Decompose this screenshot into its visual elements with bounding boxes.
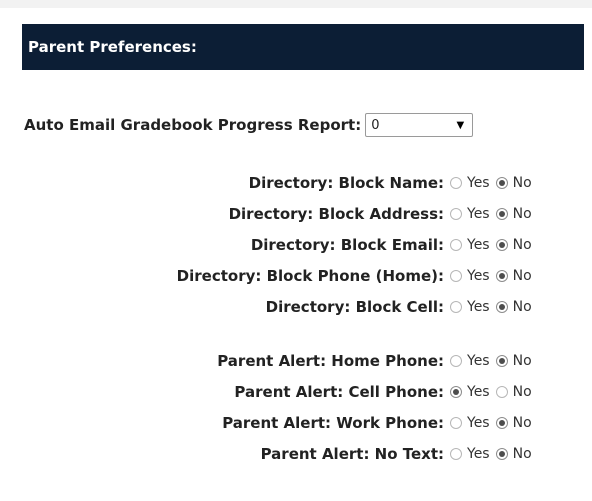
radio-yes[interactable]: Yes	[450, 237, 490, 253]
pref-row-directory-block-address: Directory: Block Address: Yes No	[0, 203, 592, 225]
radio-yes-label: Yes	[467, 384, 490, 400]
radio-no-label: No	[512, 415, 532, 431]
pref-label: Directory: Block Name:	[248, 174, 444, 192]
auto-email-label: Auto Email Gradebook Progress Report:	[24, 116, 362, 134]
pref-row-alert-work-phone: Parent Alert: Work Phone: Yes No	[0, 412, 592, 434]
radio-button-yes[interactable]	[450, 355, 462, 367]
radio-no-label: No	[512, 384, 532, 400]
section-title: Parent Preferences:	[28, 38, 197, 56]
radio-group: Yes No	[450, 296, 532, 318]
radio-group: Yes No	[450, 265, 532, 287]
radio-yes-label: Yes	[467, 268, 490, 284]
radio-group: Yes No	[450, 234, 532, 256]
radio-no[interactable]: No	[495, 446, 532, 462]
radio-yes-label: Yes	[467, 299, 490, 315]
radio-group: Yes No	[450, 203, 532, 225]
radio-yes[interactable]: Yes	[450, 353, 490, 369]
radio-yes-label: Yes	[467, 415, 490, 431]
radio-yes-label: Yes	[467, 353, 490, 369]
radio-group: Yes No	[450, 412, 532, 434]
radio-button-no[interactable]	[495, 417, 508, 429]
radio-no[interactable]: No	[495, 299, 532, 315]
parent-preferences-page: Parent Preferences: Auto Email Gradebook…	[0, 0, 592, 501]
pref-label: Directory: Block Email:	[250, 236, 444, 254]
radio-no-label: No	[512, 353, 532, 369]
radio-no[interactable]: No	[495, 384, 532, 400]
radio-yes[interactable]: Yes	[450, 206, 490, 222]
radio-group: Yes No	[450, 172, 532, 194]
radio-yes[interactable]: Yes	[450, 384, 490, 400]
radio-group: Yes No	[450, 350, 532, 372]
radio-button-yes[interactable]	[450, 208, 462, 220]
pref-label: Parent Alert: Cell Phone:	[234, 383, 444, 401]
radio-no[interactable]: No	[495, 237, 532, 253]
radio-no-label: No	[512, 206, 532, 222]
radio-yes-label: Yes	[467, 237, 490, 253]
radio-button-yes[interactable]	[450, 417, 462, 429]
pref-label: Parent Alert: No Text:	[260, 445, 444, 463]
radio-yes-label: Yes	[467, 206, 490, 222]
radio-button-yes[interactable]	[450, 386, 462, 398]
pref-label: Parent Alert: Work Phone:	[222, 414, 444, 432]
pref-row-alert-cell-phone: Parent Alert: Cell Phone: Yes No	[0, 381, 592, 403]
pref-label: Parent Alert: Home Phone:	[217, 352, 444, 370]
radio-yes[interactable]: Yes	[450, 268, 490, 284]
radio-yes[interactable]: Yes	[450, 299, 490, 315]
radio-button-no[interactable]	[495, 301, 508, 313]
radio-no-label: No	[512, 175, 532, 191]
top-strip	[0, 0, 592, 8]
radio-yes[interactable]: Yes	[450, 175, 490, 191]
pref-row-directory-block-phone-home: Directory: Block Phone (Home): Yes No	[0, 265, 592, 287]
auto-email-select[interactable]: 0 ▼	[365, 113, 474, 137]
radio-yes-label: Yes	[467, 175, 490, 191]
pref-row-directory-block-name: Directory: Block Name: Yes No	[0, 172, 592, 194]
radio-button-yes[interactable]	[450, 270, 462, 282]
radio-yes[interactable]: Yes	[450, 415, 490, 431]
radio-yes-label: Yes	[467, 446, 490, 462]
radio-button-no[interactable]	[495, 355, 508, 367]
radio-no-label: No	[512, 299, 532, 315]
radio-group: Yes No	[450, 381, 532, 403]
radio-button-no[interactable]	[495, 208, 508, 220]
radio-button-yes[interactable]	[450, 448, 462, 460]
chevron-down-icon: ▼	[456, 119, 465, 131]
radio-button-yes[interactable]	[450, 177, 462, 189]
pref-row-alert-home-phone: Parent Alert: Home Phone: Yes No	[0, 350, 592, 372]
pref-row-alert-no-text: Parent Alert: No Text: Yes No	[0, 443, 592, 465]
pref-label: Directory: Block Address:	[228, 205, 444, 223]
radio-button-no[interactable]	[495, 239, 508, 251]
radio-button-no[interactable]	[495, 270, 508, 282]
radio-button-no[interactable]	[495, 448, 508, 460]
radio-group: Yes No	[450, 443, 532, 465]
radio-button-yes[interactable]	[450, 301, 462, 313]
radio-no[interactable]: No	[495, 206, 532, 222]
pref-row-directory-block-cell: Directory: Block Cell: Yes No	[0, 296, 592, 318]
auto-email-select-value: 0	[371, 117, 380, 133]
radio-button-yes[interactable]	[450, 239, 462, 251]
radio-button-no[interactable]	[495, 386, 508, 398]
radio-button-no[interactable]	[495, 177, 508, 189]
pref-row-directory-block-email: Directory: Block Email: Yes No	[0, 234, 592, 256]
radio-yes[interactable]: Yes	[450, 446, 490, 462]
pref-label: Directory: Block Phone (Home):	[176, 267, 444, 285]
radio-no-label: No	[512, 237, 532, 253]
radio-no[interactable]: No	[495, 175, 532, 191]
auto-email-row: Auto Email Gradebook Progress Report: 0 …	[24, 112, 474, 138]
section-header: Parent Preferences:	[22, 24, 584, 70]
radio-no-label: No	[512, 446, 532, 462]
radio-no[interactable]: No	[495, 268, 532, 284]
radio-no-label: No	[512, 268, 532, 284]
pref-label: Directory: Block Cell:	[265, 298, 444, 316]
radio-no[interactable]: No	[495, 415, 532, 431]
radio-no[interactable]: No	[495, 353, 532, 369]
